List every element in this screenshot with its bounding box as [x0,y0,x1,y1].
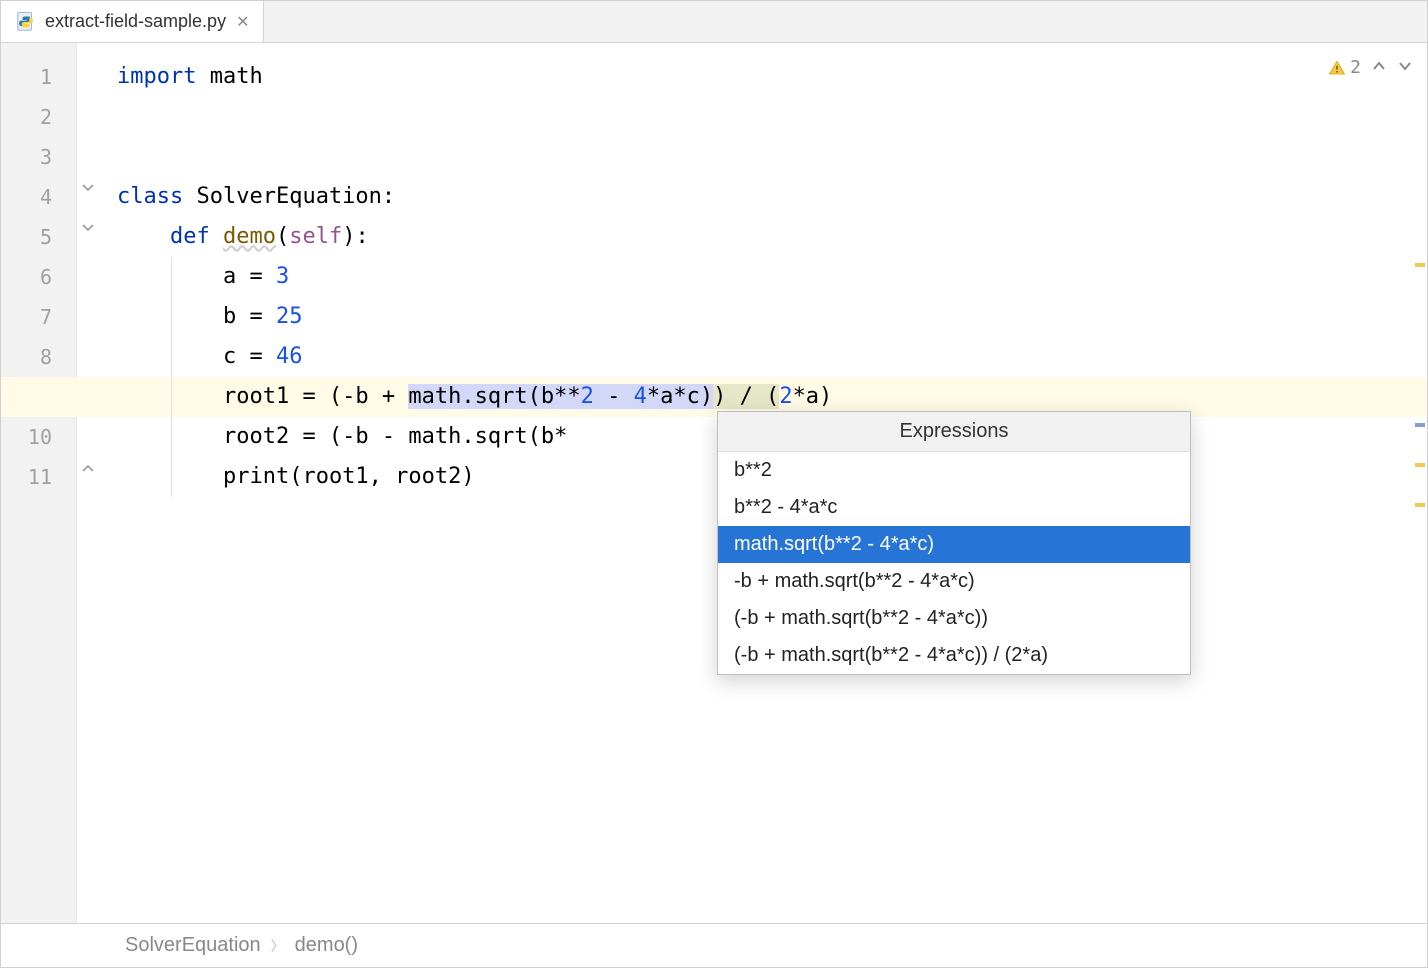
python-file-icon [15,11,37,33]
fold-toggle-icon[interactable] [79,179,97,197]
code-line[interactable]: class SolverEquation: [105,177,1427,217]
code-line[interactable]: a = 3 [105,257,1427,297]
line-number[interactable]: 11 [1,457,76,497]
line-number[interactable]: 2 [1,97,76,137]
breadcrumb[interactable]: SolverEquation [125,934,261,957]
line-number[interactable]: 5 [1,217,76,257]
expressions-popup: Expressions b**2b**2 - 4*a*cmath.sqrt(b*… [717,411,1191,675]
line-number[interactable]: 3 [1,137,76,177]
code-line[interactable] [105,137,1427,177]
selected-expression: math.sqrt(b**2 - 4*a*c) [408,384,713,409]
line-number[interactable]: 8 [1,337,76,377]
line-number[interactable]: 4 [1,177,76,217]
expression-option[interactable]: math.sqrt(b**2 - 4*a*c) [718,526,1190,563]
fold-end-icon[interactable] [79,459,97,477]
expression-option[interactable]: (-b + math.sqrt(b**2 - 4*a*c)) / (2*a) [718,637,1190,674]
code-line[interactable]: c = 46 [105,337,1427,377]
code-line[interactable]: def demo(self): [105,217,1427,257]
expression-option[interactable]: b**2 - 4*a*c [718,489,1190,526]
code-area[interactable]: 2 import math class SolverEquation: def … [105,43,1427,923]
line-number[interactable]: 7 [1,297,76,337]
line-number[interactable]: 6 [1,257,76,297]
breadcrumbs-bar[interactable]: SolverEquation 〉 demo() [1,923,1427,967]
expression-option[interactable]: -b + math.sqrt(b**2 - 4*a*c) [718,563,1190,600]
expression-option[interactable]: b**2 [718,452,1190,489]
line-number[interactable]: 1 [1,57,76,97]
expression-option[interactable]: (-b + math.sqrt(b**2 - 4*a*c)) [718,600,1190,637]
gutter: 1 2 3 4 5 6 7 8 9 10 11 [1,43,77,923]
warning-marker[interactable] [1415,503,1425,507]
popup-title: Expressions [718,412,1190,452]
code-line[interactable]: import math [105,57,1427,97]
tab-filename: extract-field-sample.py [45,11,226,32]
file-tab[interactable]: extract-field-sample.py ✕ [1,1,264,42]
line-number[interactable]: 10 [1,417,76,457]
fold-toggle-icon[interactable] [79,219,97,237]
code-line[interactable] [105,97,1427,137]
code-line[interactable]: b = 25 [105,297,1427,337]
expressions-list: b**2b**2 - 4*a*cmath.sqrt(b**2 - 4*a*c)-… [718,452,1190,674]
fold-column [77,43,105,923]
tab-bar: extract-field-sample.py ✕ [1,1,1427,43]
editor: 1 2 3 4 5 6 7 8 9 10 11 [1,43,1427,923]
close-tab-icon[interactable]: ✕ [236,12,249,32]
chevron-right-icon: 〉 [271,936,285,956]
breadcrumb[interactable]: demo() [295,934,358,957]
